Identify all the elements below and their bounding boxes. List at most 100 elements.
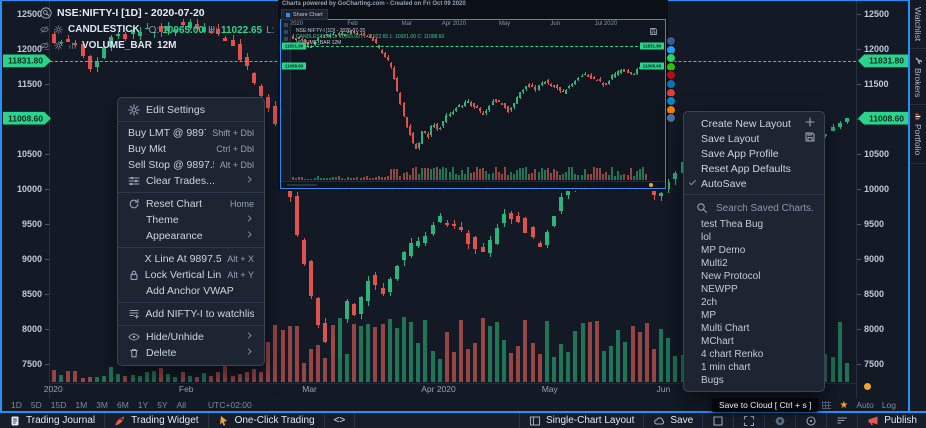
bottom-button-camera[interactable] — [764, 413, 795, 428]
y-tick-label[interactable]: 10000 — [2, 184, 42, 194]
volume-settings-icon[interactable] — [54, 41, 63, 50]
timezone-label[interactable]: UTC+02:00 — [208, 400, 252, 410]
saved-chart-item[interactable]: MP Demo — [684, 244, 824, 257]
bottom-button--[interactable]: <> — [325, 413, 356, 428]
context-menu-item[interactable]: Reset ChartHome — [118, 196, 264, 212]
context-menu-item[interactable]: Add NIFTY-I to watchlist — [118, 306, 264, 322]
context-menu-item[interactable]: Theme — [118, 212, 264, 228]
y-tick-label[interactable]: 10500 — [2, 149, 42, 159]
saved-chart-item[interactable]: 2ch — [684, 296, 824, 309]
bottom-button-grid[interactable] — [826, 413, 857, 428]
context-menu-item[interactable]: Edit Settings — [118, 102, 264, 118]
y-tick-label[interactable]: 10000 — [864, 184, 889, 194]
auto-scale-label[interactable]: Auto — [856, 400, 874, 410]
timeframe-button-5d[interactable]: 5D — [31, 400, 42, 410]
x-axis-month-label[interactable]: May — [542, 384, 558, 394]
saved-chart-item[interactable]: test Thea Bug — [684, 218, 824, 231]
timeframe-button-1y[interactable]: 1Y — [138, 400, 148, 410]
bottom-button-single-chart-layout[interactable]: Single-Chart Layout — [519, 413, 643, 428]
menu-item-label: Hide/Unhide — [146, 331, 204, 343]
y-tick-label[interactable]: 7500 — [2, 359, 42, 369]
saved-chart-item[interactable]: MChart — [684, 335, 824, 348]
layout-menu-item[interactable]: Reset App Defaults — [684, 161, 824, 176]
sidebar-tab-brokers[interactable]: Brokers — [910, 49, 926, 105]
price-tag: 11008.60 — [3, 112, 51, 125]
bottom-button-trading-widget[interactable]: Trading Widget — [105, 413, 208, 428]
sidebar-tab-portfolio[interactable]: Portfolio — [910, 105, 926, 163]
bottom-button-save[interactable]: Save — [643, 413, 702, 428]
bottom-button-square[interactable] — [702, 413, 733, 428]
bottom-button-label: <> — [334, 415, 346, 426]
preview-save-icon[interactable] — [649, 27, 658, 36]
saved-chart-item[interactable]: Multi2 — [684, 257, 824, 270]
context-menu-item[interactable]: Clear Trades... — [118, 173, 264, 189]
x-axis-month-label[interactable]: 2020 — [44, 384, 63, 394]
x-axis-month-label[interactable]: Apr 2020 — [421, 384, 456, 394]
log-scale-label[interactable]: Log — [882, 400, 896, 410]
y-tick-label[interactable]: 8000 — [864, 324, 884, 334]
x-axis-month-label[interactable]: Mar — [302, 384, 317, 394]
grid-settings-icon[interactable] — [822, 401, 831, 409]
context-menu-item[interactable]: Buy MktCtrl + Dbl — [118, 141, 264, 157]
y-tick-label[interactable]: 9500 — [2, 219, 42, 229]
share-chart-tab[interactable]: Share Chart — [281, 9, 328, 20]
layout-menu-item[interactable]: Save App Profile — [684, 146, 824, 161]
bottom-button-one-click-trading[interactable]: One-Click Trading — [209, 413, 325, 428]
context-menu-item[interactable]: X Line At 9897.59Alt + X — [118, 251, 264, 267]
context-menu-item[interactable]: Appearance — [118, 228, 264, 244]
preview-month-label: Jun — [550, 21, 560, 27]
bottom-button-target[interactable] — [795, 413, 826, 428]
context-menu-item[interactable]: Sell Stop @ 9897.59Alt + Dbl — [118, 157, 264, 173]
y-tick-label[interactable]: 12000 — [2, 44, 42, 54]
y-tick-label[interactable]: 9000 — [2, 254, 42, 264]
y-tick-label[interactable]: 11500 — [864, 79, 889, 89]
y-tick-label[interactable]: 9000 — [864, 254, 884, 264]
y-tick-label[interactable]: 7500 — [864, 359, 884, 369]
bottom-button-expand[interactable] — [733, 413, 764, 428]
sidebar-tab-watchlist[interactable]: Watchlist — [910, 0, 926, 49]
y-tick-label[interactable]: 12500 — [864, 9, 889, 19]
hide-study-icon[interactable] — [40, 25, 49, 34]
saved-chart-item[interactable]: 4 chart Renko — [684, 348, 824, 361]
saved-chart-item[interactable]: 1 min chart — [684, 361, 824, 374]
study-settings-icon[interactable] — [54, 25, 63, 34]
saved-chart-item[interactable]: NEWPP — [684, 283, 824, 296]
saved-chart-item[interactable]: New Protocol — [684, 270, 824, 283]
timeframe-button-15d[interactable]: 15D — [51, 400, 67, 410]
saved-chart-item[interactable]: Multi Chart — [684, 322, 824, 335]
context-menu-item[interactable]: Hide/Unhide — [118, 329, 264, 345]
sidebar-tab-label: Brokers — [913, 68, 923, 97]
saved-chart-item[interactable]: Bugs — [684, 374, 824, 387]
bottom-button-publish[interactable]: Publish — [857, 413, 926, 428]
symbol-search-icon[interactable] — [40, 7, 52, 19]
favorite-star-icon[interactable]: ★ — [839, 400, 848, 411]
layout-menu-item[interactable]: Create New Layout — [684, 116, 824, 131]
saved-chart-item[interactable]: lol — [684, 231, 824, 244]
context-menu-item[interactable]: Buy LMT @ 9897.59Shift + Dbl — [118, 125, 264, 141]
saved-charts-search[interactable]: Search Saved Charts. — [684, 198, 824, 218]
saved-chart-item[interactable]: MP — [684, 309, 824, 322]
bottom-button-trading-journal[interactable]: Trading Journal — [0, 413, 105, 428]
y-tick-label[interactable]: 9500 — [864, 219, 884, 229]
y-tick-label[interactable]: 11500 — [2, 79, 42, 89]
x-axis-month-label[interactable]: Feb — [179, 384, 194, 394]
timeframe-button-5y[interactable]: 5Y — [157, 400, 167, 410]
y-tick-label[interactable]: 8500 — [2, 289, 42, 299]
layout-menu-item[interactable]: Save Layout — [684, 131, 824, 146]
layout-menu-item[interactable]: AutoSave — [684, 176, 824, 191]
y-tick-label[interactable]: 12000 — [864, 44, 889, 54]
context-menu-item[interactable]: Add Anchor VWAP — [118, 283, 264, 299]
context-menu-item[interactable]: Lock Vertical LineAlt + Y — [118, 267, 264, 283]
timeframe-button-1m[interactable]: 1M — [75, 400, 87, 410]
y-tick-label[interactable]: 8500 — [864, 289, 884, 299]
timeframe-button-6m[interactable]: 6M — [117, 400, 129, 410]
y-tick-label[interactable]: 10500 — [864, 149, 889, 159]
x-axis-month-label[interactable]: Jun — [657, 384, 671, 394]
hide-volume-icon[interactable] — [40, 41, 49, 50]
timeframe-button-1d[interactable]: 1D — [11, 400, 22, 410]
timeframe-button-3m[interactable]: 3M — [96, 400, 108, 410]
context-menu-item[interactable]: Delete — [118, 345, 264, 361]
timeframe-button-all[interactable]: All — [177, 400, 186, 410]
y-tick-label[interactable]: 8000 — [2, 324, 42, 334]
y-tick-label[interactable]: 12500 — [2, 9, 42, 19]
